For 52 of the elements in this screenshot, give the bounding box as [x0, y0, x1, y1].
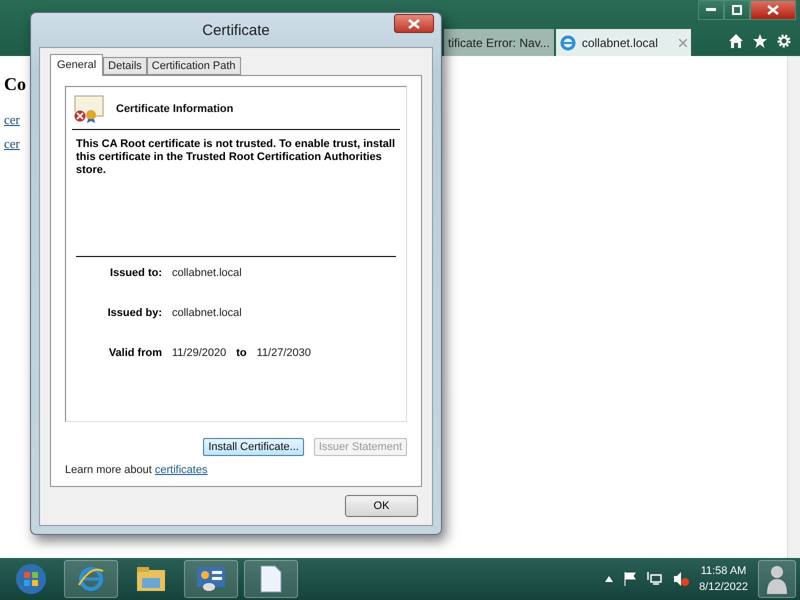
restore-button[interactable] — [724, 0, 750, 20]
close-button[interactable] — [750, 0, 796, 20]
close-icon — [767, 5, 779, 15]
close-icon — [408, 18, 420, 28]
taskbar-document-button[interactable] — [244, 560, 298, 598]
browser-tab[interactable]: tificate Error: Nav... — [444, 29, 554, 56]
certificates-link[interactable]: certificates — [154, 464, 208, 476]
document-icon — [260, 565, 282, 593]
start-orb-icon — [15, 563, 47, 595]
page-heading: Co — [4, 74, 27, 95]
field-value: 11/29/2020 — [172, 347, 226, 359]
trust-warning-text: This CA Root certificate is not trusted. To enable trust, install this certificate in the Trusted Root Certification Authorities store. — [76, 138, 396, 257]
control-panel-icon — [196, 566, 226, 592]
scrollbar[interactable] — [787, 56, 800, 558]
browser-logo-icon — [560, 34, 576, 50]
page-link[interactable]: cer — [4, 136, 20, 151]
dialog-tab[interactable]: General — [50, 54, 104, 76]
taskbar-control-panel-button[interactable] — [184, 560, 238, 598]
network-icon[interactable] — [647, 572, 664, 586]
taskbar-browser-button[interactable] — [64, 560, 118, 598]
install-certificate-button[interactable]: Install Certificate... — [203, 438, 304, 456]
field-label: to — [236, 347, 247, 359]
section-title: Certificate Information — [116, 103, 234, 115]
user-button[interactable] — [758, 560, 796, 598]
field-label: Valid from — [108, 347, 162, 359]
dialog-tab[interactable]: Certification Path — [146, 57, 241, 75]
restore-icon — [732, 5, 742, 15]
dialog-tab[interactable]: Details — [103, 57, 147, 75]
flag-icon[interactable] — [623, 572, 638, 586]
browser-tab[interactable]: collabnet.local — [556, 29, 691, 56]
untrusted-certificate-icon — [72, 95, 104, 123]
field-label: Issued by: — [106, 307, 162, 319]
folder-icon — [136, 566, 166, 592]
field-value: collabnet.local — [172, 267, 242, 279]
home-icon[interactable] — [728, 33, 744, 49]
dialog-title: Certificate — [202, 22, 270, 38]
learn-more-text: Learn more about certificates — [65, 464, 208, 476]
taskbar-clock[interactable]: 11:58 AM 8/12/2022 — [699, 563, 748, 595]
muted-speaker-icon[interactable] — [673, 572, 690, 586]
field-value: collabnet.local — [172, 307, 242, 319]
dialog-close-button[interactable] — [394, 14, 434, 33]
minimize-button[interactable] — [698, 0, 724, 20]
browser-logo-icon — [77, 565, 105, 593]
field-value: 11/27/2030 — [256, 347, 311, 359]
field-label: Issued to: — [109, 267, 162, 279]
settings-icon[interactable] — [776, 33, 792, 49]
ok-button[interactable]: OK — [345, 495, 418, 517]
show-hidden-icons-icon[interactable] — [605, 576, 614, 582]
page-link[interactable]: cer — [4, 112, 20, 127]
minimize-icon — [706, 8, 716, 12]
star-icon[interactable] — [752, 33, 768, 49]
user-icon — [766, 564, 788, 594]
